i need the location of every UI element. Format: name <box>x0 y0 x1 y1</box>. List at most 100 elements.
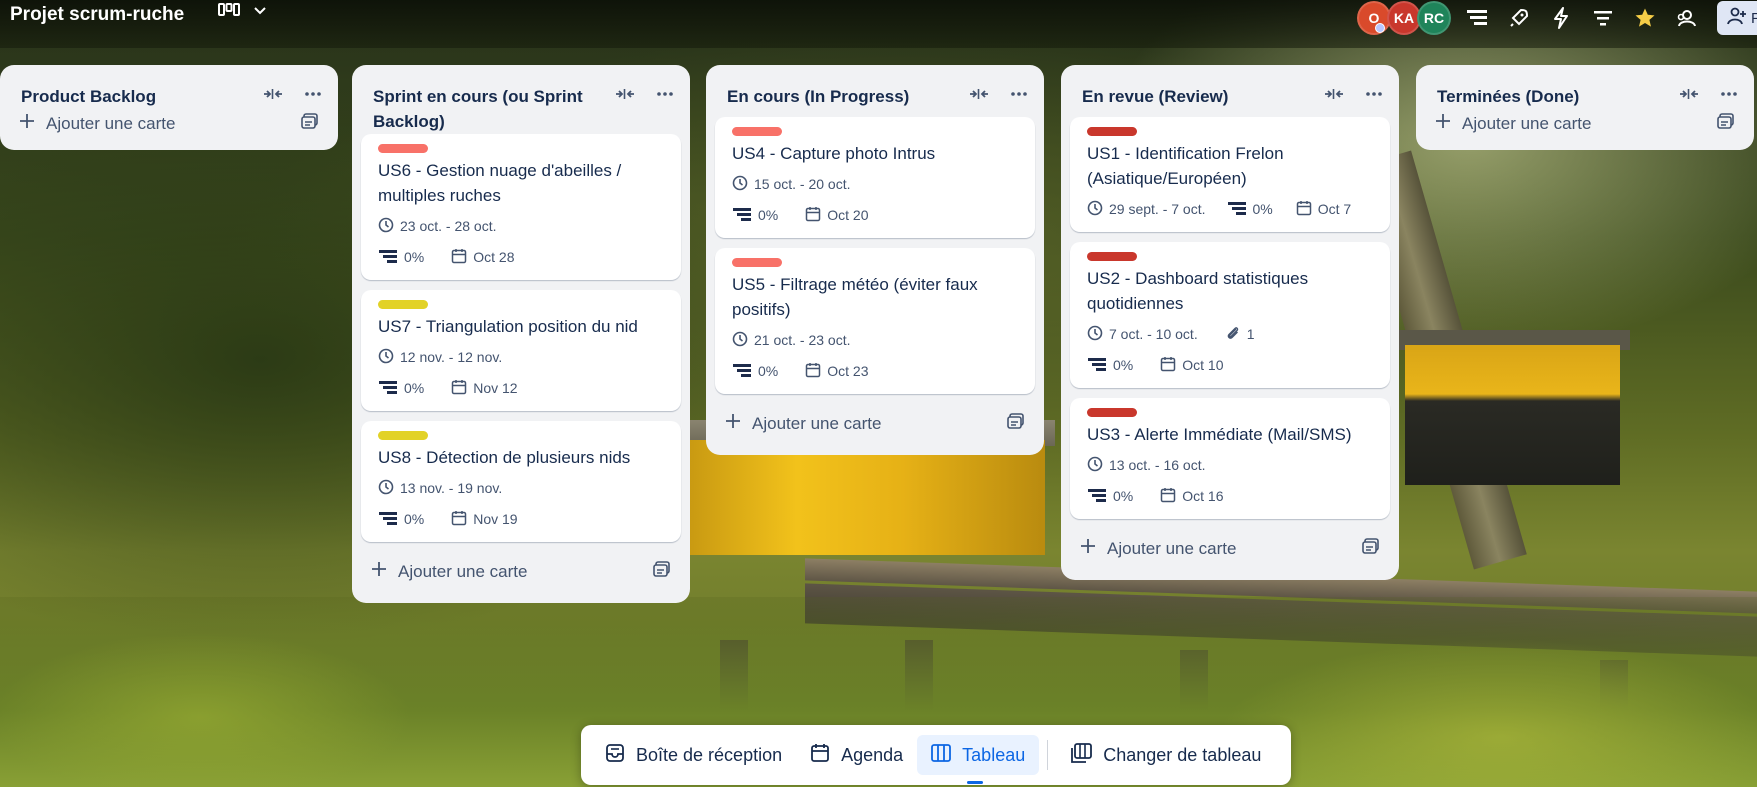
list: Sprint en cours (ou Sprint Backlog) US6 … <box>352 65 690 603</box>
card-label[interactable] <box>378 144 428 153</box>
due-date-badge[interactable]: Oct 23 <box>805 362 868 381</box>
board-view-icon[interactable] <box>218 2 240 25</box>
due-date-badge[interactable]: Oct 20 <box>805 206 868 225</box>
clock-icon <box>732 175 748 194</box>
chevron-down-icon[interactable] <box>252 3 268 24</box>
clock-icon <box>1087 456 1103 475</box>
card-label[interactable] <box>378 431 428 440</box>
nav-switch-board[interactable]: Changer de tableau <box>1056 735 1275 775</box>
checklist-badge: 0% <box>378 379 424 398</box>
card-label[interactable] <box>1087 127 1137 136</box>
nav-inbox[interactable]: Boîte de réception <box>591 735 796 775</box>
nav-planner[interactable]: Agenda <box>796 735 917 775</box>
add-card-row: Ajouter une carte <box>1061 529 1399 580</box>
card-badges: 0% Nov 12 <box>378 377 664 399</box>
card-dates-badge[interactable]: 13 oct. - 16 oct. <box>1087 456 1206 475</box>
due-date-badge[interactable]: Oct 7 <box>1296 200 1351 219</box>
list-header[interactable]: Terminées (Done) <box>1416 65 1754 109</box>
card-title: US5 - Filtrage météo (éviter faux positi… <box>732 275 978 319</box>
collapse-list-icon[interactable] <box>614 83 636 105</box>
view-switcher[interactable] <box>218 2 268 25</box>
collapse-list-icon[interactable] <box>262 83 284 105</box>
collapse-list-icon[interactable] <box>1323 83 1345 105</box>
filter-icon[interactable] <box>1587 2 1619 34</box>
card-badges: 0% Oct 16 <box>1087 485 1373 507</box>
list-title[interactable]: Terminées (Done) <box>1437 87 1579 106</box>
checklist-badge: 0% <box>1087 356 1133 375</box>
card-dates-badge[interactable]: 15 oct. - 20 oct. <box>732 175 851 194</box>
card-badges: 13 nov. - 19 nov. <box>378 477 664 499</box>
card-dates-badge[interactable]: 13 nov. - 19 nov. <box>378 479 502 498</box>
list-header[interactable]: En cours (In Progress) <box>706 65 1044 117</box>
add-card-button[interactable]: Ajouter une carte <box>1080 538 1236 559</box>
task-card[interactable]: US6 - Gestion nuage d'abeilles / multipl… <box>361 134 681 280</box>
create-from-template-icon[interactable] <box>1007 413 1025 434</box>
card-label[interactable] <box>378 300 428 309</box>
star-icon[interactable] <box>1629 2 1661 34</box>
card-dates: 13 nov. - 19 nov. <box>400 480 503 496</box>
card-dates: 29 sept. - 7 oct. <box>1109 201 1206 217</box>
checklist-icon <box>1227 200 1247 219</box>
task-card[interactable]: US2 - Dashboard statistiques quotidienne… <box>1070 242 1390 388</box>
avatar[interactable]: KA <box>1387 1 1421 35</box>
more-actions-icon[interactable] <box>1008 83 1030 105</box>
lightning-icon[interactable] <box>1545 2 1577 34</box>
card-dates-badge[interactable]: 21 oct. - 23 oct. <box>732 331 851 350</box>
more-actions-icon[interactable] <box>1718 83 1740 105</box>
due-date-badge[interactable]: Oct 16 <box>1160 487 1223 506</box>
card-dates: 15 oct. - 20 oct. <box>754 176 851 192</box>
create-from-template-icon[interactable] <box>653 561 671 582</box>
card-label[interactable] <box>1087 408 1137 417</box>
more-actions-icon[interactable] <box>302 83 324 105</box>
task-card[interactable]: US7 - Triangulation position du nid 12 no… <box>361 290 681 411</box>
more-actions-icon[interactable] <box>1363 83 1385 105</box>
list-header[interactable]: Sprint en cours (ou Sprint Backlog) <box>352 65 690 134</box>
card-dates-badge[interactable]: 29 sept. - 7 oct. <box>1087 200 1206 219</box>
task-card[interactable]: US3 - Alerte Immédiate (Mail/SMS) 13 oct.… <box>1070 398 1390 519</box>
nav-board[interactable]: Tableau <box>917 735 1040 784</box>
task-card[interactable]: US1 - Identification Frelon (Asiatique/E… <box>1070 117 1390 232</box>
card-dates-badge[interactable]: 12 nov. - 12 nov. <box>378 348 502 367</box>
more-actions-icon[interactable] <box>654 83 676 105</box>
card-title: US2 - Dashboard statistiques quotidienne… <box>1087 269 1309 313</box>
add-card-button[interactable]: Ajouter une carte <box>1435 113 1591 134</box>
avatar[interactable]: RC <box>1417 1 1451 35</box>
list-title[interactable]: Sprint en cours (ou Sprint Backlog) <box>373 87 583 131</box>
task-card[interactable]: US4 - Capture photo Intrus 15 oct. - 20 o… <box>715 117 1035 238</box>
card-label[interactable] <box>1087 252 1137 261</box>
add-card-button[interactable]: Ajouter une carte <box>725 413 881 434</box>
list-header[interactable]: En revue (Review) <box>1061 65 1399 117</box>
create-from-template-icon[interactable] <box>1717 113 1735 134</box>
add-card-button[interactable]: Ajouter une carte <box>371 561 527 582</box>
task-card[interactable]: US5 - Filtrage météo (éviter faux positi… <box>715 248 1035 394</box>
due-date-badge[interactable]: Nov 12 <box>451 379 518 398</box>
add-card-button[interactable]: Ajouter une carte <box>19 113 175 134</box>
list-title[interactable]: Product Backlog <box>21 87 156 106</box>
card-dates: 13 oct. - 16 oct. <box>1109 457 1206 473</box>
create-from-template-icon[interactable] <box>1362 538 1380 559</box>
visibility-icon[interactable] <box>1671 2 1703 34</box>
avatar[interactable]: O <box>1357 1 1391 35</box>
card-label[interactable] <box>732 258 782 267</box>
card-due: Oct 7 <box>1317 201 1352 217</box>
due-date-badge[interactable]: Oct 10 <box>1160 356 1223 375</box>
collapse-list-icon[interactable] <box>968 83 990 105</box>
due-date-badge[interactable]: Nov 19 <box>451 510 518 529</box>
card-list: US1 - Identification Frelon (Asiatique/E… <box>1061 117 1399 519</box>
list-title[interactable]: En revue (Review) <box>1082 87 1228 106</box>
card-label[interactable] <box>732 127 782 136</box>
due-date-badge[interactable]: Oct 28 <box>451 248 514 267</box>
task-card[interactable]: US8 - Détection de plusieurs nids 13 nov.… <box>361 421 681 542</box>
board-title[interactable]: Projet scrum-ruche <box>10 4 184 26</box>
menu-lines-icon[interactable] <box>1461 2 1493 34</box>
rocket-icon[interactable] <box>1503 2 1535 34</box>
card-dates-badge[interactable]: 23 oct. - 28 oct. <box>378 217 497 236</box>
card-dates-badge[interactable]: 7 oct. - 10 oct. <box>1087 325 1198 344</box>
checklist-icon <box>1087 487 1107 506</box>
collapse-list-icon[interactable] <box>1678 83 1700 105</box>
list-header[interactable]: Product Backlog <box>0 65 338 109</box>
checklist-icon <box>378 510 398 529</box>
list-title[interactable]: En cours (In Progress) <box>727 87 909 106</box>
create-from-template-icon[interactable] <box>301 113 319 134</box>
share-button[interactable]: Pa <box>1717 1 1757 35</box>
